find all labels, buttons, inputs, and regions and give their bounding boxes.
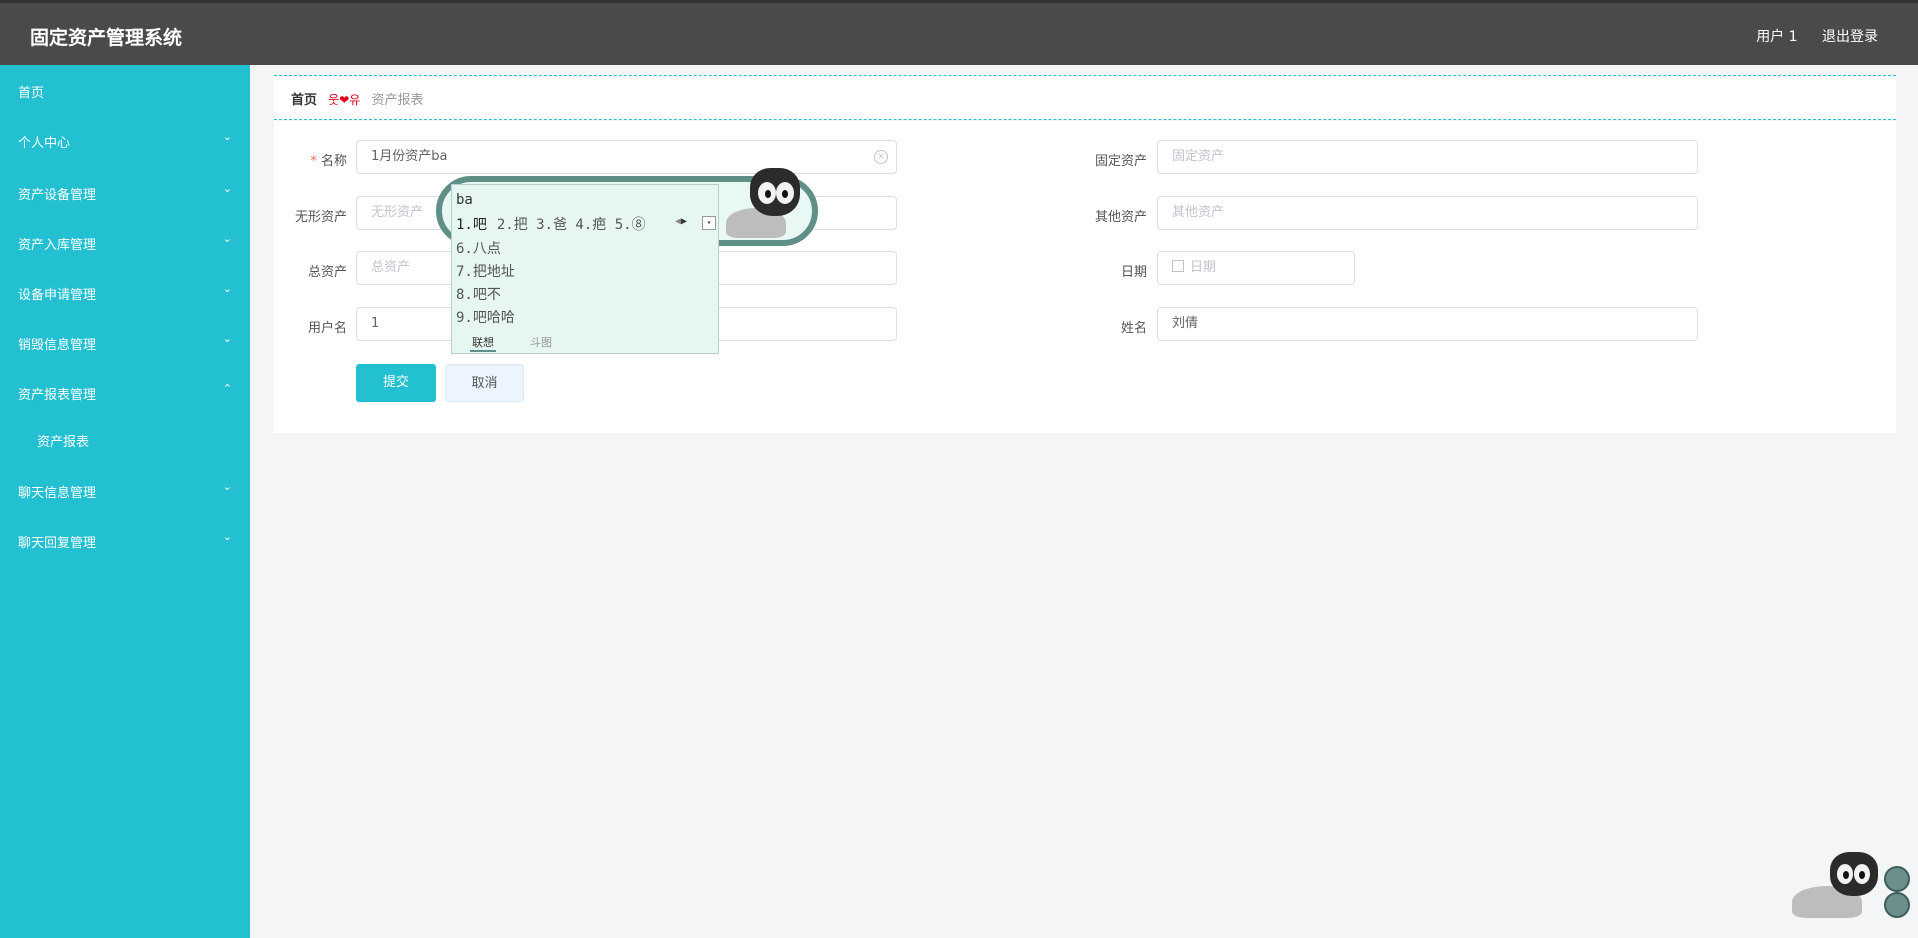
intangible-assets-label: 无形资产 <box>294 210 347 225</box>
ime-candidate-9[interactable]: 9.吧哈哈 <box>456 307 515 327</box>
sidebar-item-equipment-request[interactable]: 设备申请管理 ⌄ <box>0 267 250 317</box>
sidebar-item-personal-center[interactable]: 个人中心 ⌄ <box>0 115 250 167</box>
sidebar-item-label: 资产报表 <box>37 435 90 450</box>
sidebar-item-label: 聊天回复管理 <box>18 536 97 551</box>
sidebar-item-label: 资产报表管理 <box>18 388 97 403</box>
current-user[interactable]: 用户 1 <box>1756 29 1797 45</box>
sidebar-subitem-asset-report[interactable]: 资产报表 <box>0 417 250 465</box>
chevron-down-icon: ⌄ <box>222 332 232 345</box>
chevron-down-icon: ⌄ <box>222 130 232 143</box>
chevron-down-icon: ⌄ <box>222 182 232 195</box>
chevron-down-icon: ⌄ <box>222 530 232 543</box>
other-assets-label: 其他资产 <box>1094 210 1147 225</box>
realname-input[interactable]: 刘倩 <box>1157 307 1698 341</box>
sidebar-item-label: 资产设备管理 <box>18 188 97 203</box>
chevron-up-icon: ⌃ <box>222 382 232 395</box>
ime-candidate-6[interactable]: 6.八点 <box>456 238 501 258</box>
ime-candidate-row: 1.吧 2.把 3.爸 4.疤 5.⑧ <box>456 214 646 234</box>
ime-mascot-image <box>720 164 810 244</box>
ime-tab-sticker[interactable]: 斗图 <box>530 334 552 350</box>
sidebar-item-label: 聊天信息管理 <box>18 486 97 501</box>
sidebar-item-label: 设备申请管理 <box>18 288 97 303</box>
chevron-down-icon: ⌄ <box>222 232 232 245</box>
ime-tab-association[interactable]: 联想 <box>470 334 496 352</box>
sidebar-item-asset-equipment[interactable]: 资产设备管理 ⌄ <box>0 167 250 217</box>
sidebar-item-chat-info[interactable]: 聊天信息管理 ⌄ <box>0 465 250 515</box>
breadcrumb-current: 资产报表 <box>371 93 424 108</box>
sidebar-item-label: 首页 <box>18 86 45 101</box>
ime-candidate-1[interactable]: 1.吧 <box>456 217 487 233</box>
submit-button[interactable]: 提交 <box>356 364 436 402</box>
realname-label: 姓名 <box>1120 321 1147 336</box>
sidebar-item-asset-report-management[interactable]: 资产报表管理 ⌃ <box>0 367 250 417</box>
name-input-value: 1月份资产ba <box>371 149 448 164</box>
sidebar-item-disposal-info[interactable]: 销毁信息管理 ⌄ <box>0 317 250 367</box>
ime-tabs: 联想 斗图 <box>452 331 718 353</box>
breadcrumb-bar: 首页 웃❤유 资产报表 <box>274 75 1896 120</box>
sidebar-item-label: 资产入库管理 <box>18 238 97 253</box>
ime-candidate-7[interactable]: 7.把地址 <box>456 261 515 281</box>
sidebar-item-home[interactable]: 首页 <box>0 65 250 115</box>
chevron-down-icon: ⌄ <box>222 282 232 295</box>
ime-candidate-window: ba 1.吧 2.把 3.爸 4.疤 5.⑧ ◀▶ ▾ 6.八点 7.把地址 8.… <box>451 184 719 354</box>
sidebar-item-asset-storage[interactable]: 资产入库管理 ⌄ <box>0 217 250 267</box>
ime-floating-mascot[interactable] <box>1790 852 1910 922</box>
required-mark: * <box>310 154 317 169</box>
chevron-down-icon: ⌄ <box>222 480 232 493</box>
header-actions: 用户 1 退出登录 <box>1736 26 1878 46</box>
sidebar-item-label: 个人中心 <box>18 136 71 151</box>
breadcrumb: 首页 웃❤유 资产报表 <box>291 89 423 108</box>
ime-page-arrows[interactable]: ◀▶ <box>675 216 687 227</box>
fixed-assets-label: 固定资产 <box>1094 154 1147 169</box>
ime-candidates-2-5[interactable]: 2.把 3.爸 4.疤 5.⑧ <box>497 217 646 233</box>
sidebar-item-label: 销毁信息管理 <box>18 338 97 353</box>
ime-typed-text: ba <box>456 192 473 208</box>
name-input[interactable]: 1月份资产ba ✕ <box>356 140 897 174</box>
other-assets-input[interactable]: 其他资产 <box>1157 196 1698 230</box>
clear-icon[interactable]: ✕ <box>874 150 888 164</box>
logout-link[interactable]: 退出登录 <box>1822 29 1878 45</box>
name-label-text: 名称 <box>320 154 347 169</box>
date-placeholder: 日期 <box>1190 260 1217 275</box>
total-assets-label: 总资产 <box>307 265 347 280</box>
calendar-icon <box>1172 260 1184 272</box>
breadcrumb-home[interactable]: 首页 <box>291 93 317 108</box>
sidebar-item-chat-reply[interactable]: 聊天回复管理 ⌄ <box>0 515 250 565</box>
cancel-button[interactable]: 取消 <box>445 364 524 402</box>
date-label: 日期 <box>1120 265 1147 280</box>
username-label: 用户名 <box>307 321 347 336</box>
ime-candidate-8[interactable]: 8.吧不 <box>456 284 501 304</box>
top-header: 固定资产管理系统 用户 1 退出登录 <box>0 0 1918 65</box>
ime-expand-icon[interactable]: ▾ <box>702 216 716 230</box>
app-title: 固定资产管理系统 <box>30 27 183 49</box>
breadcrumb-separator: 웃❤유 <box>328 93 361 107</box>
name-label: * 名称 <box>277 150 347 169</box>
sidebar: 首页 个人中心 ⌄ 资产设备管理 ⌄ 资产入库管理 ⌄ 设备申请管理 ⌄ 销毁信… <box>0 65 250 938</box>
arrow-right-icon[interactable]: ▶ <box>681 216 687 227</box>
fixed-assets-input[interactable]: 固定资产 <box>1157 140 1698 174</box>
date-picker[interactable]: 日期 <box>1157 251 1355 285</box>
